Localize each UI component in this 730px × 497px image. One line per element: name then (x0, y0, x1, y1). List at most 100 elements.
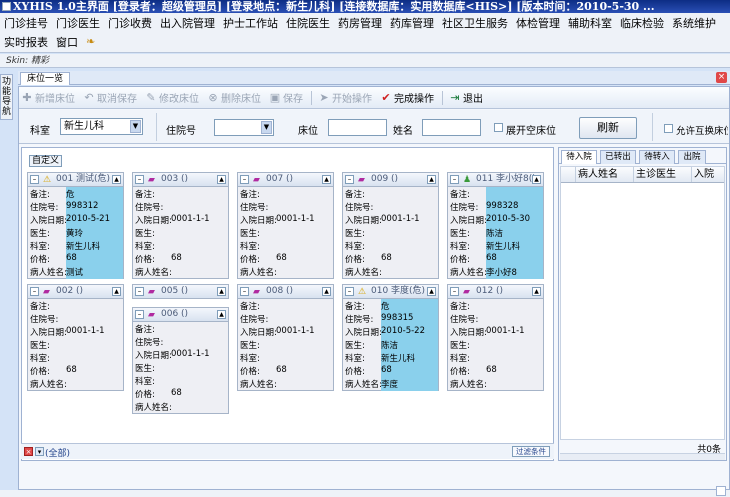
customize-button[interactable]: 自定义 (29, 155, 63, 167)
menu-pharmacy[interactable]: 药房管理 (338, 15, 382, 31)
menu-outpatient-doctor[interactable]: 门诊医生 (56, 15, 100, 31)
app-logo-icon[interactable]: ❧ (86, 35, 95, 48)
expand-empty-checkbox[interactable] (494, 123, 503, 132)
collapse-icon[interactable]: – (450, 287, 459, 296)
delete-bed-button[interactable]: ⊗ 删除床位 (207, 90, 261, 105)
bed-card[interactable]: – ▰ 012 () ▲ 备注: 住院号: 入院日期: 0001-1-1 医生: 科室: 价格: 68… (447, 284, 544, 391)
chevron-down-icon[interactable]: ▾ (35, 447, 44, 456)
cancel-save-button[interactable]: ↶ 取消保存 (83, 90, 137, 105)
chevron-up-icon[interactable]: ▲ (427, 287, 436, 296)
col-patient-name[interactable]: 病人姓名 (575, 167, 633, 182)
bed-card[interactable]: – ▰ 008 () ▲ 备注: 住院号: 入院日期: 0001-1-1 医生: 科室: 价格: 68… (237, 284, 334, 391)
edit-bed-button[interactable]: ✎ 修改床位 (145, 90, 199, 105)
document-tab-bar: 床位一览 × (18, 71, 730, 85)
resize-grip-icon[interactable] (716, 486, 726, 496)
side-nav-tab[interactable]: 功能导航 (0, 74, 13, 120)
add-bed-button[interactable]: ✚ 新增床位 (21, 90, 75, 105)
collapse-icon[interactable]: – (345, 175, 354, 184)
menu-community-health[interactable]: 社区卫生服务 (442, 15, 508, 31)
menu-physical-exam[interactable]: 体检管理 (516, 15, 560, 31)
collapse-icon[interactable]: – (30, 175, 39, 184)
name-input[interactable] (422, 119, 481, 136)
bed-card[interactable]: – ▰ 009 () ▲ 备注: 住院号: 入院日期: 0001-1-1 医生: 科室: 价格: 68… (342, 172, 439, 279)
horizontal-scrollbar[interactable] (560, 453, 725, 460)
exit-button[interactable]: ⇥ 退出 (449, 90, 483, 105)
chevron-up-icon[interactable]: ▲ (112, 287, 121, 296)
bed-card[interactable]: – ▰ 006 () ▲ 备注: 住院号: 入院日期: 0001-1-1 医生: 科室: 价格: 68… (132, 307, 229, 414)
bed-card[interactable]: – ▰ 007 () ▲ 备注: 住院号: 入院日期: 0001-1-1 医生: 科室: 价格: 68… (237, 172, 334, 279)
chevron-up-icon[interactable]: ▲ (532, 175, 541, 184)
chevron-up-icon[interactable]: ▲ (217, 310, 226, 319)
field-label: 备注: (450, 190, 470, 200)
collapse-icon[interactable]: – (135, 175, 144, 184)
chevron-down-icon[interactable]: ▼ (130, 120, 141, 133)
field-value: 998315 (381, 313, 414, 323)
collapse-icon[interactable]: – (345, 287, 354, 296)
filter-condition-button[interactable]: 过滤条件 (512, 446, 550, 457)
dept-select[interactable]: 新生儿科 ▼ (60, 118, 143, 135)
tab-bed-overview[interactable]: 床位一览 (20, 72, 70, 85)
chevron-down-icon[interactable]: ▼ (261, 121, 272, 134)
start-operation-button[interactable]: ➤ 开始操作 (318, 90, 372, 105)
allow-swap-checkbox[interactable] (664, 124, 673, 133)
close-icon[interactable]: × (716, 72, 727, 83)
collapse-icon[interactable]: – (450, 175, 459, 184)
bed-card-body: 备注: 住院号: 入院日期: 0001-1-1 医生: 科室: 价格: 68 病人姓名: (28, 299, 123, 391)
menu-system[interactable]: 系统维护 (672, 15, 716, 31)
bed-field-admission_no: 住院号: (30, 313, 58, 325)
menu-auxiliary[interactable]: 辅助科室 (568, 15, 612, 31)
bed-card[interactable]: – ▰ 003 () ▲ 备注: 住院号: 入院日期: 0001-1-1 医生: 科室: 价格: 68… (132, 172, 229, 279)
bed-card[interactable]: – ⚠ 001 测试(危) ▲ 备注: 危住院号: 998312 入院日期: 2010-5-21… (27, 172, 124, 279)
admission-no-select[interactable]: ▼ (214, 119, 274, 136)
chevron-up-icon[interactable]: ▲ (322, 287, 331, 296)
refresh-button[interactable]: 刷新 (579, 117, 637, 139)
collapse-icon[interactable]: – (30, 287, 39, 296)
menu-lab[interactable]: 临床检验 (620, 15, 664, 31)
bed-input[interactable] (328, 119, 387, 136)
collapse-icon[interactable]: – (240, 287, 249, 296)
col-admission[interactable]: 入院 (691, 167, 724, 182)
bed-card[interactable]: – ▰ 005 () ▲ (132, 284, 229, 299)
close-icon[interactable]: × (24, 447, 33, 456)
menu-nurse-station[interactable]: 护士工作站 (223, 15, 278, 31)
field-value: 68 (381, 365, 392, 375)
tab-discharged[interactable]: 出院 (678, 150, 706, 164)
collapse-icon[interactable]: – (240, 175, 249, 184)
tab-pending-admission[interactable]: 待入院 (561, 150, 597, 164)
chevron-up-icon[interactable]: ▲ (217, 175, 226, 184)
bed-field-doctor: 医生: (135, 227, 155, 239)
field-label: 入院日期: (240, 328, 277, 338)
menu-window[interactable]: 窗口 (56, 34, 78, 50)
bed-field-price: 价格: 68 (135, 388, 182, 400)
field-label: 备注: (30, 190, 50, 200)
bed-field-patient: 病人姓名: (135, 401, 172, 413)
bed-card[interactable]: – ♟ 011 李小好8() ▲ 备注: 住院号: 998328 入院日期: 2010-5-30… (447, 172, 544, 279)
bed-field-remark: 备注: (450, 300, 470, 312)
chevron-up-icon[interactable]: ▲ (532, 287, 541, 296)
chevron-up-icon[interactable]: ▲ (427, 175, 436, 184)
tab-pending-transfer-in[interactable]: 待转入 (639, 150, 675, 164)
col-attending-doctor[interactable]: 主诊医生 (633, 167, 691, 182)
menu-outpatient-register[interactable]: 门诊挂号 (4, 15, 48, 31)
menu-reports[interactable]: 实时报表 (4, 34, 48, 50)
finish-operation-button[interactable]: ✔ 完成操作 (380, 90, 434, 105)
bed-card[interactable]: – ⚠ 010 李度(危) ▲ 备注: 危住院号: 998315 入院日期: 2010-5-22… (342, 284, 439, 391)
chevron-up-icon[interactable]: ▲ (217, 287, 226, 296)
save-button[interactable]: ▣ 保存 (269, 90, 303, 105)
tab-transferred-out[interactable]: 已转出 (600, 150, 636, 164)
menu-drug-store[interactable]: 药库管理 (390, 15, 434, 31)
bed-label: 床位 (298, 126, 318, 137)
bed-card[interactable]: – ▰ 002 () ▲ 备注: 住院号: 入院日期: 0001-1-1 医生: 科室: 价格: 68… (27, 284, 124, 391)
collapse-icon[interactable]: – (135, 287, 144, 296)
bed-field-dept: 科室: (135, 240, 155, 252)
bed-field-admit_date: 入院日期: 0001-1-1 (30, 326, 105, 338)
menu-admission[interactable]: 出入院管理 (160, 15, 215, 31)
bed-card-body: 备注: 住院号: 入院日期: 0001-1-1 医生: 科室: 价格: 68 病人姓名: (343, 187, 438, 279)
collapse-icon[interactable]: – (135, 310, 144, 319)
filter-all-label[interactable]: (全部) (45, 446, 70, 459)
toolbar-separator (442, 90, 443, 105)
menu-inpatient-doctor[interactable]: 住院医生 (286, 15, 330, 31)
chevron-up-icon[interactable]: ▲ (322, 175, 331, 184)
menu-outpatient-billing[interactable]: 门诊收费 (108, 15, 152, 31)
chevron-up-icon[interactable]: ▲ (112, 175, 121, 184)
